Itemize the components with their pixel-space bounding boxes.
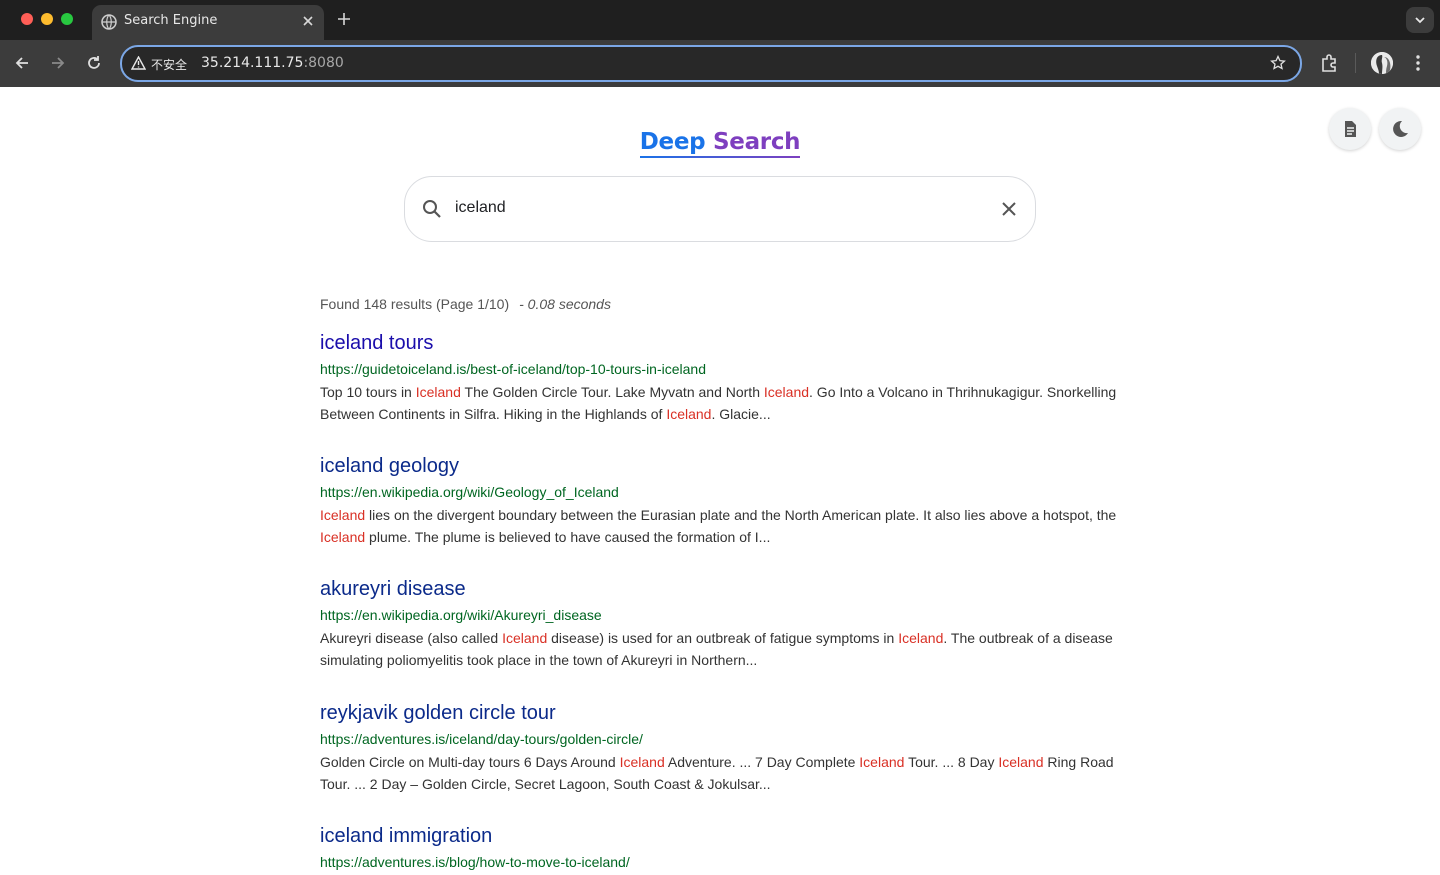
snippet-highlight: Iceland [859, 754, 905, 770]
browser-toolbar: 不安全 35.214.111.75:8080 [0, 40, 1440, 87]
logo-link[interactable]: Deep Search [639, 129, 801, 158]
url-host: 35.214.111.75 [201, 55, 304, 71]
more-icon[interactable] [1410, 53, 1426, 78]
result-snippet: Akureyri disease (also called Iceland di… [320, 627, 1120, 671]
search-box [404, 176, 1036, 242]
clear-icon[interactable] [999, 199, 1019, 224]
result-item: iceland tours https://guidetoiceland.is/… [320, 331, 1140, 425]
result-url[interactable]: https://guidetoiceland.is/best-of-icelan… [320, 361, 1140, 377]
result-item: reykjavik golden circle tour https://adv… [320, 701, 1140, 795]
results-stats: Found 148 results (Page 1/10) - 0.08 seco… [320, 296, 611, 312]
forward-icon[interactable] [49, 54, 67, 72]
result-title[interactable]: iceland geology [320, 454, 1140, 478]
logo: Deep Search [0, 129, 1440, 158]
result-title[interactable]: iceland tours [320, 331, 1140, 355]
tab-strip: Search Engine [0, 0, 1440, 40]
logo-word-deep: Deep [639, 129, 706, 155]
snippet-highlight: Iceland [666, 406, 712, 422]
avatar[interactable] [1371, 52, 1393, 74]
tab-search-engine[interactable]: Search Engine [92, 5, 324, 40]
result-url[interactable]: https://en.wikipedia.org/wiki/Geology_of… [320, 484, 1140, 500]
plus-icon[interactable] [336, 11, 352, 27]
extensions-icon[interactable] [1319, 53, 1339, 78]
results-count: Found 148 results (Page 1/10) [320, 296, 510, 312]
result-url[interactable]: https://adventures.is/blog/how-to-move-t… [320, 854, 1140, 870]
logo-word-search: Search [713, 129, 801, 155]
snippet-highlight: Iceland [898, 630, 944, 646]
close-icon[interactable] [300, 13, 316, 29]
window-close-button[interactable] [21, 13, 33, 25]
result-item: akureyri disease https://en.wikipedia.or… [320, 577, 1140, 671]
reload-icon[interactable] [85, 54, 103, 72]
snippet-text: The Golden Circle Tour. Lake Myvatn and … [460, 384, 764, 400]
snippet-text: Tour. ... 8 Day [904, 754, 999, 770]
result-snippet: Golden Circle on Multi-day tours 6 Days … [320, 751, 1120, 795]
result-title[interactable]: iceland immigration [320, 824, 1140, 848]
snippet-text: plume. The plume is believed to have cau… [365, 529, 771, 545]
page-content: Deep Search Found 148 results (Page 1/10… [0, 87, 1440, 875]
snippet-highlight: Iceland [763, 384, 810, 400]
back-icon[interactable] [13, 54, 31, 72]
result-snippet: Iceland lies on the divergent boundary b… [320, 504, 1120, 548]
warning-icon[interactable] [130, 55, 147, 75]
address-bar[interactable]: 不安全 35.214.111.75:8080 [120, 45, 1302, 82]
snippet-highlight: Iceland [619, 754, 665, 770]
snippet-highlight: Iceland [320, 529, 366, 545]
snippet-highlight: Iceland [415, 384, 461, 400]
snippet-text: disease) is used for an outbreak of fati… [547, 630, 899, 646]
tab-title: Search Engine [124, 13, 218, 28]
snippet-text: Adventure. ... 7 Day Complete [664, 754, 860, 770]
snippet-highlight: Iceland [998, 754, 1044, 770]
results-time: - 0.08 seconds [519, 296, 611, 312]
insecure-label[interactable]: 不安全 [151, 56, 187, 73]
snippet-text: . Glacie... [711, 406, 771, 422]
snippet-highlight: Iceland [502, 630, 548, 646]
globe-icon [101, 14, 117, 30]
star-icon[interactable] [1270, 54, 1286, 76]
result-item: iceland geology https://en.wikipedia.org… [320, 454, 1140, 548]
result-url[interactable]: https://en.wikipedia.org/wiki/Akureyri_d… [320, 607, 1140, 623]
result-url[interactable]: https://adventures.is/iceland/day-tours/… [320, 731, 1140, 747]
search-input[interactable] [455, 193, 975, 223]
snippet-text: Top 10 tours in [320, 384, 416, 400]
result-title[interactable]: akureyri disease [320, 577, 1140, 601]
snippet-text: lies on the divergent boundary between t… [365, 507, 1117, 523]
snippet-text: Akureyri disease (also called [320, 630, 503, 646]
result-item: iceland immigration https://adventures.i… [320, 824, 1140, 870]
search-icon[interactable] [421, 198, 443, 225]
chevron-down-icon [1415, 17, 1425, 24]
window-minimize-button[interactable] [41, 13, 53, 25]
result-snippet: Top 10 tours in Iceland The Golden Circl… [320, 381, 1120, 425]
window-maximize-button[interactable] [61, 13, 73, 25]
snippet-highlight: Iceland [320, 507, 366, 523]
url-text[interactable]: 35.214.111.75:8080 [201, 55, 344, 71]
url-port: :8080 [303, 55, 344, 71]
snippet-text: Golden Circle on Multi-day tours 6 Days … [320, 754, 620, 770]
tab-search-button[interactable] [1406, 7, 1434, 33]
toolbar-divider [1355, 53, 1356, 73]
result-title[interactable]: reykjavik golden circle tour [320, 701, 1140, 725]
